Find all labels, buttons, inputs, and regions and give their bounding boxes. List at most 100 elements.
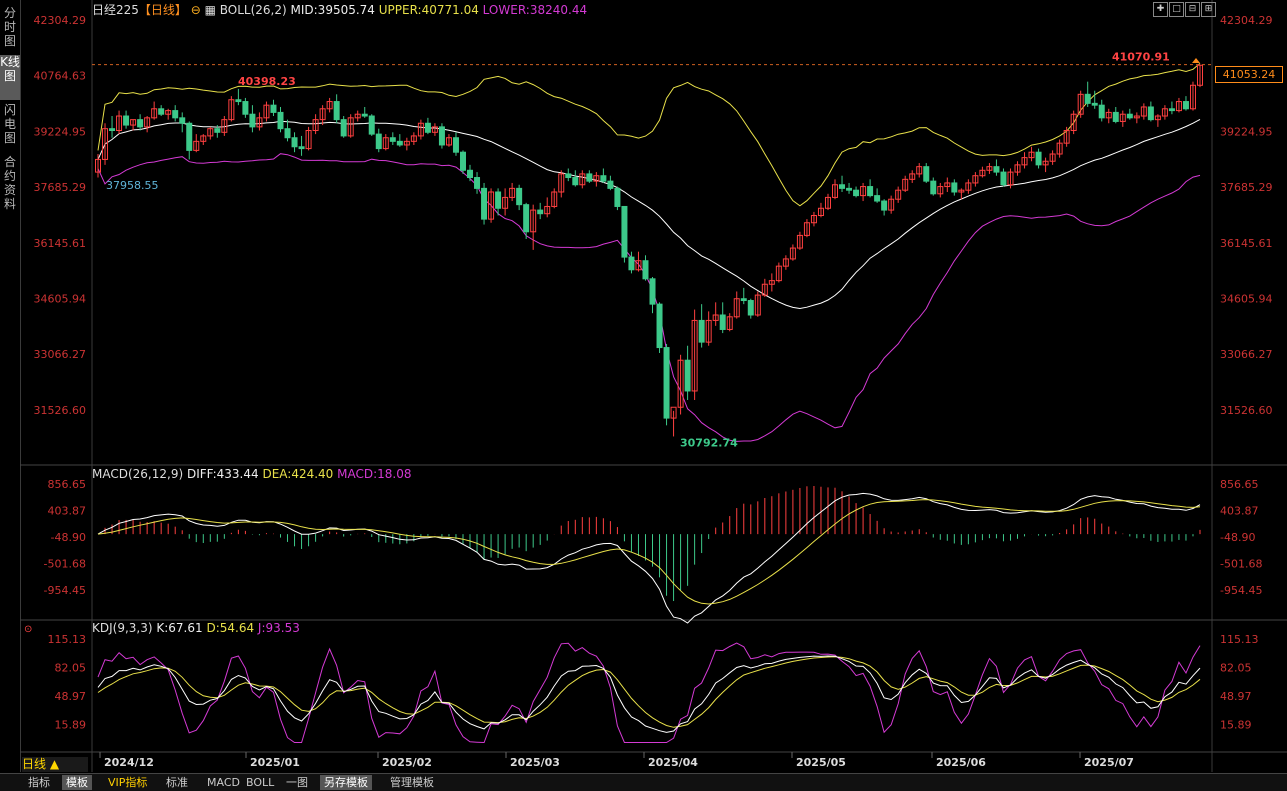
kdj-y-tick-right: 82.05 <box>1220 662 1252 675</box>
tab-standard[interactable]: 标准 <box>162 775 192 790</box>
y-tick-left: 31526.60 <box>34 404 87 417</box>
candle-body <box>1000 171 1007 186</box>
period-selector[interactable]: 日线 ▲ <box>22 757 88 772</box>
tab-template[interactable]: 模板 <box>62 775 92 790</box>
candle-body <box>586 173 593 182</box>
kdj-header-part: D:54.64 <box>203 621 254 635</box>
candle-body <box>277 111 284 130</box>
y-tick-left: 33066.27 <box>34 348 87 361</box>
candle-body <box>459 151 466 171</box>
y-tick-right: 36145.61 <box>1220 237 1273 250</box>
kdj-settings-icon: ⊙ <box>24 624 32 635</box>
candle-body <box>614 187 621 207</box>
window-icon[interactable]: □ <box>1169 2 1184 17</box>
kdj-y-tick-left: 48.97 <box>55 690 87 703</box>
macd-y-tick-left: 856.65 <box>48 478 87 491</box>
candle-body <box>600 175 607 182</box>
candle-body <box>656 303 663 349</box>
save-template-button[interactable]: 另存模板 <box>320 775 372 790</box>
x-tick-label: 2025/06 <box>936 756 986 769</box>
candle-body <box>474 177 481 189</box>
candle-body <box>284 128 291 139</box>
macd-y-tick-right: 403.87 <box>1220 505 1259 518</box>
kdj-y-tick-left: 15.89 <box>55 719 87 732</box>
chart-canvas[interactable]: 42304.2942304.2940764.6340764.6339224.95… <box>0 0 1287 772</box>
candle-body <box>1112 111 1119 122</box>
candle-body <box>698 319 705 343</box>
x-tick-label: 2024/12 <box>104 756 154 769</box>
tab-single-chart[interactable]: 一图 <box>282 775 312 790</box>
y-tick-left: 40764.63 <box>34 70 87 83</box>
y-tick-left: 34605.94 <box>34 293 87 306</box>
grid-icon[interactable]: ⊞ <box>1201 2 1216 17</box>
macd-header-part: MACD(26,12,9) <box>92 467 183 481</box>
header-part: ▦ BOLL(26,2) <box>205 3 287 17</box>
macd-y-tick-left: -48.90 <box>51 531 86 544</box>
kdj-y-tick-left: 115.13 <box>48 633 87 646</box>
candle-body <box>375 133 382 150</box>
header-part: 日经225 <box>92 3 139 17</box>
candle-body <box>1182 101 1189 110</box>
header-part: MID:39505.74 <box>287 3 375 17</box>
candle-body <box>628 256 635 271</box>
candle-body <box>109 128 116 131</box>
tab-boll[interactable]: BOLL <box>242 775 278 790</box>
header-part: 【日线】 <box>139 3 187 17</box>
macd-y-tick-right: 856.65 <box>1220 478 1259 491</box>
candle-body <box>993 166 1000 173</box>
candle-body <box>923 166 930 182</box>
y-tick-right: 34605.94 <box>1220 293 1273 306</box>
candle-body <box>565 173 572 179</box>
last-price-marker-icon <box>1192 58 1200 63</box>
candle-body <box>930 180 937 195</box>
tab-vip-indicators[interactable]: VIP指标 <box>104 775 151 790</box>
header-part: LOWER:38240.44 <box>479 3 587 17</box>
y-tick-left: 39224.95 <box>34 125 87 138</box>
start-low-label: 37958.55 <box>106 179 159 192</box>
macd-y-tick-right: -48.90 <box>1220 531 1255 544</box>
boll-mid-line <box>97 118 1201 310</box>
manage-templates-button[interactable]: 管理模板 <box>386 775 438 790</box>
macd-y-tick-left: 403.87 <box>48 505 87 518</box>
high-label: 40398.23 <box>238 75 296 88</box>
header-part: ⊖ <box>187 3 205 17</box>
candle-body <box>1147 106 1154 121</box>
candle-body <box>452 137 459 153</box>
kdj-header-part: K:67.61 <box>153 621 203 635</box>
kdj-y-tick-right: 48.97 <box>1220 690 1252 703</box>
candle-body <box>1035 151 1042 166</box>
y-tick-left: 36145.61 <box>34 237 87 250</box>
macd-header-part: DIFF:433.44 <box>183 467 259 481</box>
kdj-pane-header: KDJ(9,3,3) K:67.61 D:54.64 J:93.53 <box>92 621 300 635</box>
x-tick-label: 2025/02 <box>382 756 432 769</box>
y-tick-left: 37685.29 <box>34 181 87 194</box>
candle-body <box>481 187 488 220</box>
candle-body <box>137 119 144 128</box>
candle-body <box>438 126 445 146</box>
layout-icon[interactable]: ⊟ <box>1185 2 1200 17</box>
candle-body <box>607 180 614 189</box>
period-high-label: 41070.91 <box>1112 51 1170 64</box>
main-pane-header: 日经225【日线】 ⊖ ▦ BOLL(26,2) MID:39505.74 UP… <box>92 3 587 17</box>
candle-body <box>1168 108 1175 112</box>
y-tick-right: 39224.95 <box>1220 125 1273 138</box>
tab-indicators[interactable]: 指标 <box>24 775 54 790</box>
tab-macd[interactable]: MACD <box>203 775 244 790</box>
candle-body <box>663 347 670 419</box>
x-tick-label: 2025/07 <box>1084 756 1134 769</box>
candle-body <box>172 110 179 119</box>
kdj-y-tick-right: 115.13 <box>1220 633 1259 646</box>
candle-body <box>523 204 530 233</box>
candle-body <box>1126 113 1133 119</box>
candle-body <box>846 187 853 191</box>
y-tick-right: 37685.29 <box>1220 181 1273 194</box>
candle-body <box>1091 102 1098 106</box>
candle-body <box>1098 104 1105 119</box>
crosshair-icon[interactable]: ✚ <box>1153 2 1168 17</box>
candle-body <box>649 278 656 305</box>
macd-y-tick-left: -501.68 <box>44 557 86 570</box>
header-part: UPPER:40771.04 <box>375 3 479 17</box>
candle-body <box>719 314 726 330</box>
candle-body <box>572 177 579 186</box>
macd-y-tick-right: -954.45 <box>1220 584 1262 597</box>
